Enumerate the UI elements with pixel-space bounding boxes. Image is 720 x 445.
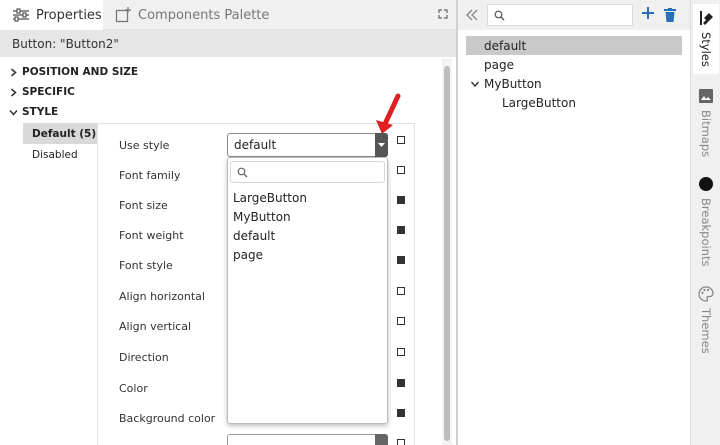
search-icon [237, 167, 248, 178]
override-checkbox-align-vertical[interactable] [397, 317, 405, 325]
panel-tab-bar: Properties Components Palette [0, 0, 456, 30]
breakpoints-icon [698, 176, 714, 192]
side-tab-bitmaps[interactable]: Bitmaps [693, 82, 719, 162]
maximize-icon[interactable] [438, 9, 448, 19]
dropdown-option[interactable]: MyButton [233, 209, 291, 225]
prop-font-size-label: Font size [119, 199, 168, 212]
override-checkbox-color[interactable] [397, 379, 405, 387]
override-checkbox-font-family[interactable] [397, 166, 405, 174]
side-tab-label: Styles [699, 32, 713, 67]
styles-tree: default page MyButton LargeButton [466, 36, 682, 112]
tree-item-default[interactable]: default [466, 36, 682, 55]
side-tab-bar: Styles Bitmaps Breakpoints Themes [690, 0, 720, 445]
override-checkbox-align-horizontal[interactable] [397, 287, 405, 295]
dropdown-option[interactable]: page [233, 247, 263, 263]
tree-item-largebutton[interactable]: LargeButton [466, 93, 682, 112]
section-style-label: STYLE [22, 106, 59, 118]
prop-align-vertical-label: Align vertical [119, 320, 192, 333]
style-state-label: Disabled [32, 148, 78, 161]
delete-style-button[interactable] [664, 8, 676, 22]
styles-search-input[interactable] [487, 4, 633, 26]
prop-background-color-label: Background color [119, 412, 216, 425]
prop-align-horizontal-label: Align horizontal [119, 290, 205, 303]
prop-font-weight-label: Font weight [119, 229, 184, 242]
section-style[interactable]: STYLE [8, 104, 58, 120]
plus-icon [642, 7, 654, 19]
properties-scrollbar[interactable] [442, 58, 452, 445]
prop-color-label: Color [119, 382, 148, 395]
override-checkbox-font-weight[interactable] [397, 226, 405, 234]
tree-item-mybutton[interactable]: MyButton [466, 74, 682, 93]
override-checkbox-font-style[interactable] [397, 256, 405, 264]
side-tab-themes[interactable]: Themes [693, 280, 719, 360]
scrollbar-thumb[interactable] [444, 66, 450, 441]
use-style-dropdown-list: LargeButton MyButton default page [227, 157, 388, 424]
styles-panel: default page MyButton LargeButton [458, 0, 690, 445]
themes-icon [698, 286, 714, 302]
style-state-list: Default (5) Disabled [23, 123, 98, 445]
dropdown-option[interactable]: default [233, 228, 275, 244]
style-state-default[interactable]: Default (5) [23, 123, 97, 144]
style-state-label: Default (5) [32, 127, 97, 140]
tab-components-palette[interactable]: Components Palette [110, 0, 269, 30]
side-tab-label: Bitmaps [699, 110, 713, 158]
side-tab-styles[interactable]: Styles [693, 4, 719, 74]
side-tab-label: Breakpoints [699, 198, 713, 267]
prop-font-family-label: Font family [119, 169, 181, 182]
chevron-right-icon [11, 87, 17, 97]
section-position-and-size-label: POSITION AND SIZE [22, 66, 139, 78]
section-position-and-size[interactable]: POSITION AND SIZE [8, 64, 138, 80]
dropdown-search-input[interactable] [230, 161, 385, 183]
dropdown-button[interactable] [375, 434, 388, 445]
collapse-panel-icon[interactable] [466, 9, 478, 21]
section-specific-label: SPECIFIC [22, 86, 75, 98]
properties-panel: Properties Components Palette Button: "B… [0, 0, 456, 445]
use-style-dropdown-button[interactable] [375, 133, 388, 157]
next-property-field[interactable] [227, 434, 388, 445]
sliders-icon [10, 6, 32, 24]
side-tab-label: Themes [699, 308, 713, 354]
prop-direction-label: Direction [119, 351, 169, 364]
dropdown-option[interactable]: LargeButton [233, 190, 307, 206]
tab-properties-label: Properties [36, 7, 102, 23]
styles-icon [698, 10, 714, 26]
caret-down-icon [378, 142, 385, 147]
prop-use-style-label: Use style [119, 139, 170, 152]
override-checkbox-use-style[interactable] [397, 136, 405, 144]
annotation-arrow-icon [376, 93, 401, 134]
tree-item-label: LargeButton [502, 95, 576, 110]
tree-item-label: MyButton [484, 76, 542, 91]
add-component-icon [112, 6, 134, 24]
section-specific[interactable]: SPECIFIC [8, 84, 75, 100]
selected-component-label: Button: "Button2" [0, 30, 456, 57]
style-state-disabled[interactable]: Disabled [23, 144, 97, 165]
tab-components-palette-label: Components Palette [138, 7, 270, 23]
chevron-down-icon[interactable] [470, 79, 480, 89]
use-style-select[interactable]: default [227, 133, 388, 157]
override-checkbox-next[interactable] [397, 439, 405, 445]
chevron-right-icon [11, 67, 17, 77]
styles-toolbar [458, 0, 690, 30]
override-checkbox-background-color[interactable] [397, 409, 405, 417]
use-style-value: default [234, 138, 277, 152]
tab-properties[interactable]: Properties [0, 0, 103, 30]
side-tab-breakpoints[interactable]: Breakpoints [693, 170, 719, 270]
bitmaps-icon [698, 88, 714, 104]
tree-item-label: default [484, 38, 527, 53]
override-checkbox-direction[interactable] [397, 348, 405, 356]
trash-icon [664, 8, 676, 22]
add-style-button[interactable] [640, 6, 656, 24]
chevron-down-icon [9, 109, 18, 116]
search-icon [494, 10, 505, 21]
tree-item-page[interactable]: page [466, 55, 682, 74]
prop-font-style-label: Font style [119, 259, 173, 272]
override-checkbox-font-size[interactable] [397, 196, 405, 204]
tree-item-label: page [484, 57, 514, 72]
